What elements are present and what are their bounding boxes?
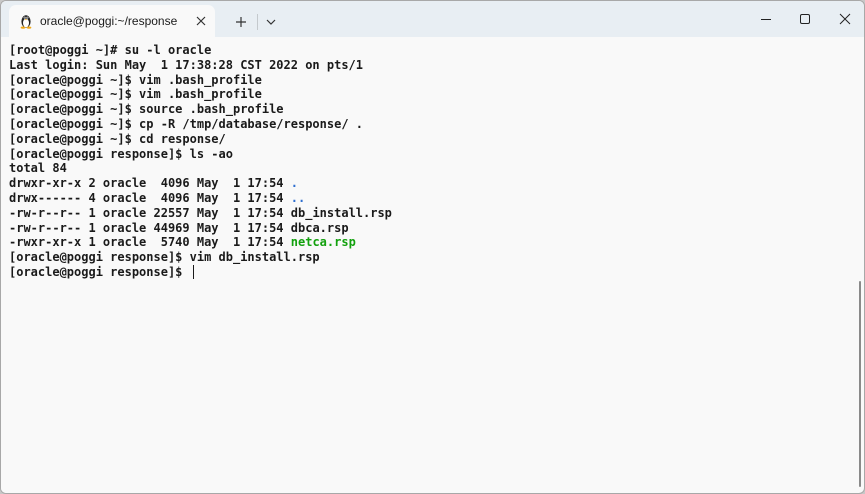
terminal-output[interactable]: [root@poggi ~]# su -l oracle Last login: … [1, 37, 856, 493]
terminal-line: [oracle@poggi ~]$ source .bash_profile [9, 102, 392, 117]
title-bar[interactable]: oracle@poggi:~/response [1, 1, 864, 37]
terminal-window: oracle@poggi:~/response [root@poggi ~]# … [0, 0, 865, 494]
terminal-line: [oracle@poggi response]$ ls -ao [9, 147, 392, 162]
terminal-line: [oracle@poggi response]$ vim db_install.… [9, 250, 392, 265]
terminal-line-text: Last login: Sun May 1 17:38:28 CST 2022 … [9, 57, 364, 72]
terminal-line-text: -rwxr-xr-x 1 oracle 5740 May 1 17:54 [9, 235, 291, 250]
terminal-line-text: drwx------ 4 oracle 4096 May 1 17:54 [9, 190, 291, 205]
close-icon [196, 16, 206, 26]
close-icon [839, 13, 851, 25]
terminal-line: drwxr-xr-x 2 oracle 4096 May 1 17:54 . [9, 176, 392, 191]
minimize-icon [761, 19, 771, 20]
terminal-line: drwx------ 4 oracle 4096 May 1 17:54 .. [9, 191, 392, 206]
toolbar-divider [257, 14, 258, 30]
chevron-down-icon [266, 19, 276, 25]
terminal-line-text: -rw-r--r-- 1 oracle 22557 May 1 17:54 [9, 205, 291, 220]
terminal-line-text: total 84 [9, 161, 67, 176]
tab-active[interactable]: oracle@poggi:~/response [9, 5, 215, 37]
terminal-line-text: [oracle@poggi ~]$ cp -R /tmp/database/re… [9, 116, 364, 131]
plus-icon [236, 17, 246, 27]
maximize-icon [800, 14, 810, 24]
vertical-scrollbar[interactable] [858, 37, 863, 493]
terminal-line-text: [root@poggi ~]# su -l oracle [9, 43, 212, 57]
file-name: db_install.rsp [290, 205, 392, 220]
linux-tux-icon [17, 12, 35, 30]
terminal-line-text: [oracle@poggi ~]$ cd response/ [9, 131, 226, 146]
terminal-line: [oracle@poggi ~]$ vim .bash_profile [9, 73, 392, 88]
terminal-line-text: [oracle@poggi ~]$ vim .bash_profile [9, 72, 262, 87]
terminal-line-text: [oracle@poggi response]$ [9, 264, 190, 279]
close-window-button[interactable] [825, 1, 864, 37]
terminal-line-text: [oracle@poggi ~]$ source .bash_profile [9, 102, 284, 117]
terminal-line-text: [oracle@poggi response]$ vim db_install.… [9, 250, 320, 265]
terminal-line-text: [oracle@poggi ~]$ vim .bash_profile [9, 87, 262, 102]
file-name: dbca.rsp [290, 220, 349, 235]
terminal-line: [oracle@poggi ~]$ cd response/ [9, 132, 392, 147]
tab-title: oracle@poggi:~/response [40, 14, 178, 28]
file-name: netca.rsp [290, 235, 356, 250]
tab-dropdown-button[interactable] [259, 10, 283, 34]
terminal-line: total 84 [9, 161, 392, 176]
tab-close-button[interactable] [193, 13, 209, 29]
terminal-line: [oracle@poggi ~]$ vim .bash_profile [9, 87, 392, 102]
new-tab-button[interactable] [229, 10, 253, 34]
terminal-line: Last login: Sun May 1 17:38:28 CST 2022 … [9, 58, 392, 73]
maximize-button[interactable] [785, 1, 825, 37]
terminal-line-text: [oracle@poggi response]$ ls -ao [9, 146, 233, 161]
terminal-text: [root@poggi ~]# su -l oracle Last login: … [9, 43, 392, 280]
terminal-line-text: -rw-r--r-- 1 oracle 44969 May 1 17:54 [9, 220, 291, 235]
file-name: . [290, 176, 298, 191]
terminal-line: [oracle@poggi response]$ [9, 264, 392, 280]
minimize-button[interactable] [746, 1, 786, 37]
terminal-line-text: drwxr-xr-x 2 oracle 4096 May 1 17:54 [9, 176, 291, 191]
text-cursor [192, 264, 194, 279]
scrollbar-thumb[interactable] [859, 281, 861, 487]
terminal-line: [oracle@poggi ~]$ cp -R /tmp/database/re… [9, 117, 392, 132]
file-name: .. [290, 190, 306, 205]
terminal-line: -rwxr-xr-x 1 oracle 5740 May 1 17:54 net… [9, 235, 392, 250]
terminal-line: -rw-r--r-- 1 oracle 22557 May 1 17:54 db… [9, 206, 392, 221]
terminal-line: [root@poggi ~]# su -l oracle [9, 43, 392, 58]
terminal-line: -rw-r--r-- 1 oracle 44969 May 1 17:54 db… [9, 221, 392, 236]
